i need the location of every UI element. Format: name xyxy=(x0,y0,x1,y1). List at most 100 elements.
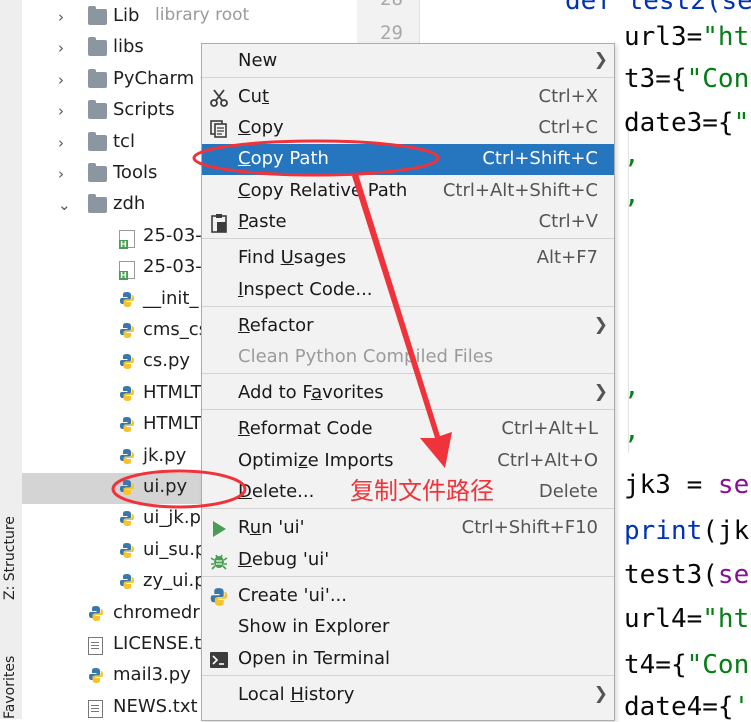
code-token: t4={ xyxy=(624,650,687,680)
mnemonic-char: R xyxy=(238,315,250,336)
debug-icon xyxy=(209,551,229,571)
python-file-icon xyxy=(119,448,135,465)
code-token: "htt xyxy=(702,22,751,52)
tree-item-label: cs.py xyxy=(143,350,191,372)
folder-icon xyxy=(88,100,107,120)
code-line: test3(sel xyxy=(624,560,751,590)
chevron-right-icon[interactable]: › xyxy=(58,71,64,89)
chevron-right-icon[interactable]: › xyxy=(58,8,64,26)
code-token: def test2(se xyxy=(565,0,751,16)
submenu-chevron-icon: ❯ xyxy=(593,684,608,704)
chevron-right-icon[interactable]: › xyxy=(58,102,64,120)
chevron-right-icon[interactable]: › xyxy=(58,165,64,183)
menu-item-shortcut: Ctrl+Shift+F10 xyxy=(461,517,598,538)
code-token: , xyxy=(624,140,640,170)
mnemonic-char: I xyxy=(238,279,244,300)
tree-item-label: jk.py xyxy=(143,444,187,466)
code-token: , xyxy=(624,416,640,446)
code-token: (jk3 xyxy=(702,516,751,546)
code-token: t3={ xyxy=(624,64,687,94)
line-number: 28 xyxy=(380,0,403,10)
tree-item-label: Tools xyxy=(113,162,158,183)
code-token: "Cont xyxy=(686,650,751,680)
menu-item-label: Copy Relative Path xyxy=(238,180,408,201)
menu-item-copy-path[interactable]: Copy Path Ctrl+Shift+C xyxy=(202,144,614,175)
mnemonic-char: P xyxy=(238,211,249,232)
tree-item-label: chromedri xyxy=(113,601,205,623)
menu-item-label: New xyxy=(238,50,278,71)
tree-item-label: __init_ xyxy=(143,287,199,309)
chevron-right-icon[interactable]: › xyxy=(58,134,64,152)
mnemonic-char: D xyxy=(238,481,252,502)
code-line: url4="htt xyxy=(624,604,751,634)
menu-item-shortcut: Ctrl+Alt+Shift+C xyxy=(442,180,598,201)
menu-item-refactor[interactable]: Refactor ❯ xyxy=(202,311,614,342)
tree-item-label: ui_jk.p xyxy=(143,507,201,529)
mnemonic-char: C xyxy=(238,180,251,201)
annotation-label: 复制文件路径 xyxy=(350,477,494,505)
code-token: "i xyxy=(733,108,751,138)
chevron-right-icon[interactable]: › xyxy=(58,39,64,57)
html-file-icon xyxy=(119,229,135,249)
menu-item-open-in-terminal[interactable]: Open in Terminal xyxy=(202,644,614,675)
menu-item-reformat-code[interactable]: Reformat Code Ctrl+Alt+L xyxy=(202,414,614,445)
menu-separator xyxy=(202,77,614,78)
chevron-down-icon[interactable]: ⌄ xyxy=(58,196,71,214)
code-token: sel xyxy=(717,560,751,590)
structure-tab[interactable]: Z: Structure xyxy=(2,516,18,600)
menu-item-inspect-code[interactable]: Inspect Code... xyxy=(202,275,614,306)
menu-item-shortcut: Ctrl+V xyxy=(538,211,598,232)
menu-item-show-in-explorer[interactable]: Show in Explorer xyxy=(202,612,614,643)
code-line: , xyxy=(624,372,640,402)
favorites-tab[interactable]: Favorites xyxy=(2,656,18,719)
menu-item-label: Paste xyxy=(238,211,287,232)
tree-item-label: libs xyxy=(113,36,144,58)
code-line: print(jk3 xyxy=(624,516,751,546)
code-token: url4= xyxy=(624,604,703,634)
library-root-hint: library root xyxy=(155,5,250,25)
menu-item-label: Reformat Code xyxy=(238,418,373,439)
menu-item-label: Optimize Imports xyxy=(238,450,394,471)
menu-item-paste[interactable]: Paste Ctrl+V xyxy=(202,207,614,238)
code-line: def test2(se xyxy=(565,0,751,16)
menu-item-copy[interactable]: Copy Ctrl+C xyxy=(202,113,614,144)
code-token: 's xyxy=(733,692,751,722)
menu-item-create-ui[interactable]: Create 'ui'... xyxy=(202,581,614,612)
python-file-icon xyxy=(119,353,135,370)
mnemonic-char: t xyxy=(261,86,270,107)
menu-item-new[interactable]: New ❯ xyxy=(202,46,614,77)
code-token: , xyxy=(624,372,640,402)
menu-item-local-history[interactable]: Local History ❯ xyxy=(202,680,614,711)
menu-item-shortcut: Delete xyxy=(538,481,598,502)
mnemonic-char: U xyxy=(280,247,294,268)
menu-item-add-to-favorites[interactable]: Add to Favorites ❯ xyxy=(202,378,614,409)
menu-item-label: Refactor xyxy=(238,315,314,336)
menu-item-run-ui[interactable]: Run 'ui' Ctrl+Shift+F10 xyxy=(202,513,614,544)
menu-item-shortcut: Ctrl+Alt+L xyxy=(501,418,598,439)
menu-item-label: Cut xyxy=(238,86,270,107)
code-token: url3= xyxy=(624,22,703,52)
menu-item-debug-ui[interactable]: Debug 'ui' xyxy=(202,545,614,576)
menu-item-shortcut: Ctrl+Alt+O xyxy=(497,450,598,471)
submenu-chevron-icon: ❯ xyxy=(593,50,608,70)
tree-item-label: HTMLT xyxy=(143,413,202,435)
code-line: , xyxy=(624,416,640,446)
menu-item-label: Create 'ui'... xyxy=(238,585,348,606)
tree-item[interactable]: › Lib library root xyxy=(22,2,357,33)
menu-item-copy-relative-path[interactable]: Copy Relative Path Ctrl+Alt+Shift+C xyxy=(202,176,614,207)
menu-item-label: Copy Path xyxy=(238,148,329,169)
code-line: , xyxy=(624,180,640,210)
menu-item-find-usages[interactable]: Find Usages Alt+F7 xyxy=(202,243,614,274)
run-icon xyxy=(209,519,229,539)
tree-item-label: mail3.py xyxy=(113,664,191,686)
mnemonic-char: C xyxy=(238,117,251,138)
menu-item-label: Delete... xyxy=(238,481,315,502)
html-file-icon xyxy=(119,261,135,281)
menu-item-cut[interactable]: Cut Ctrl+X xyxy=(202,82,614,113)
menu-separator xyxy=(202,675,614,676)
code-line: , xyxy=(624,140,640,170)
tree-item-label: ui_su.p xyxy=(143,538,207,560)
menu-separator xyxy=(202,508,614,509)
python-icon xyxy=(209,587,229,607)
copy-icon xyxy=(209,119,229,139)
